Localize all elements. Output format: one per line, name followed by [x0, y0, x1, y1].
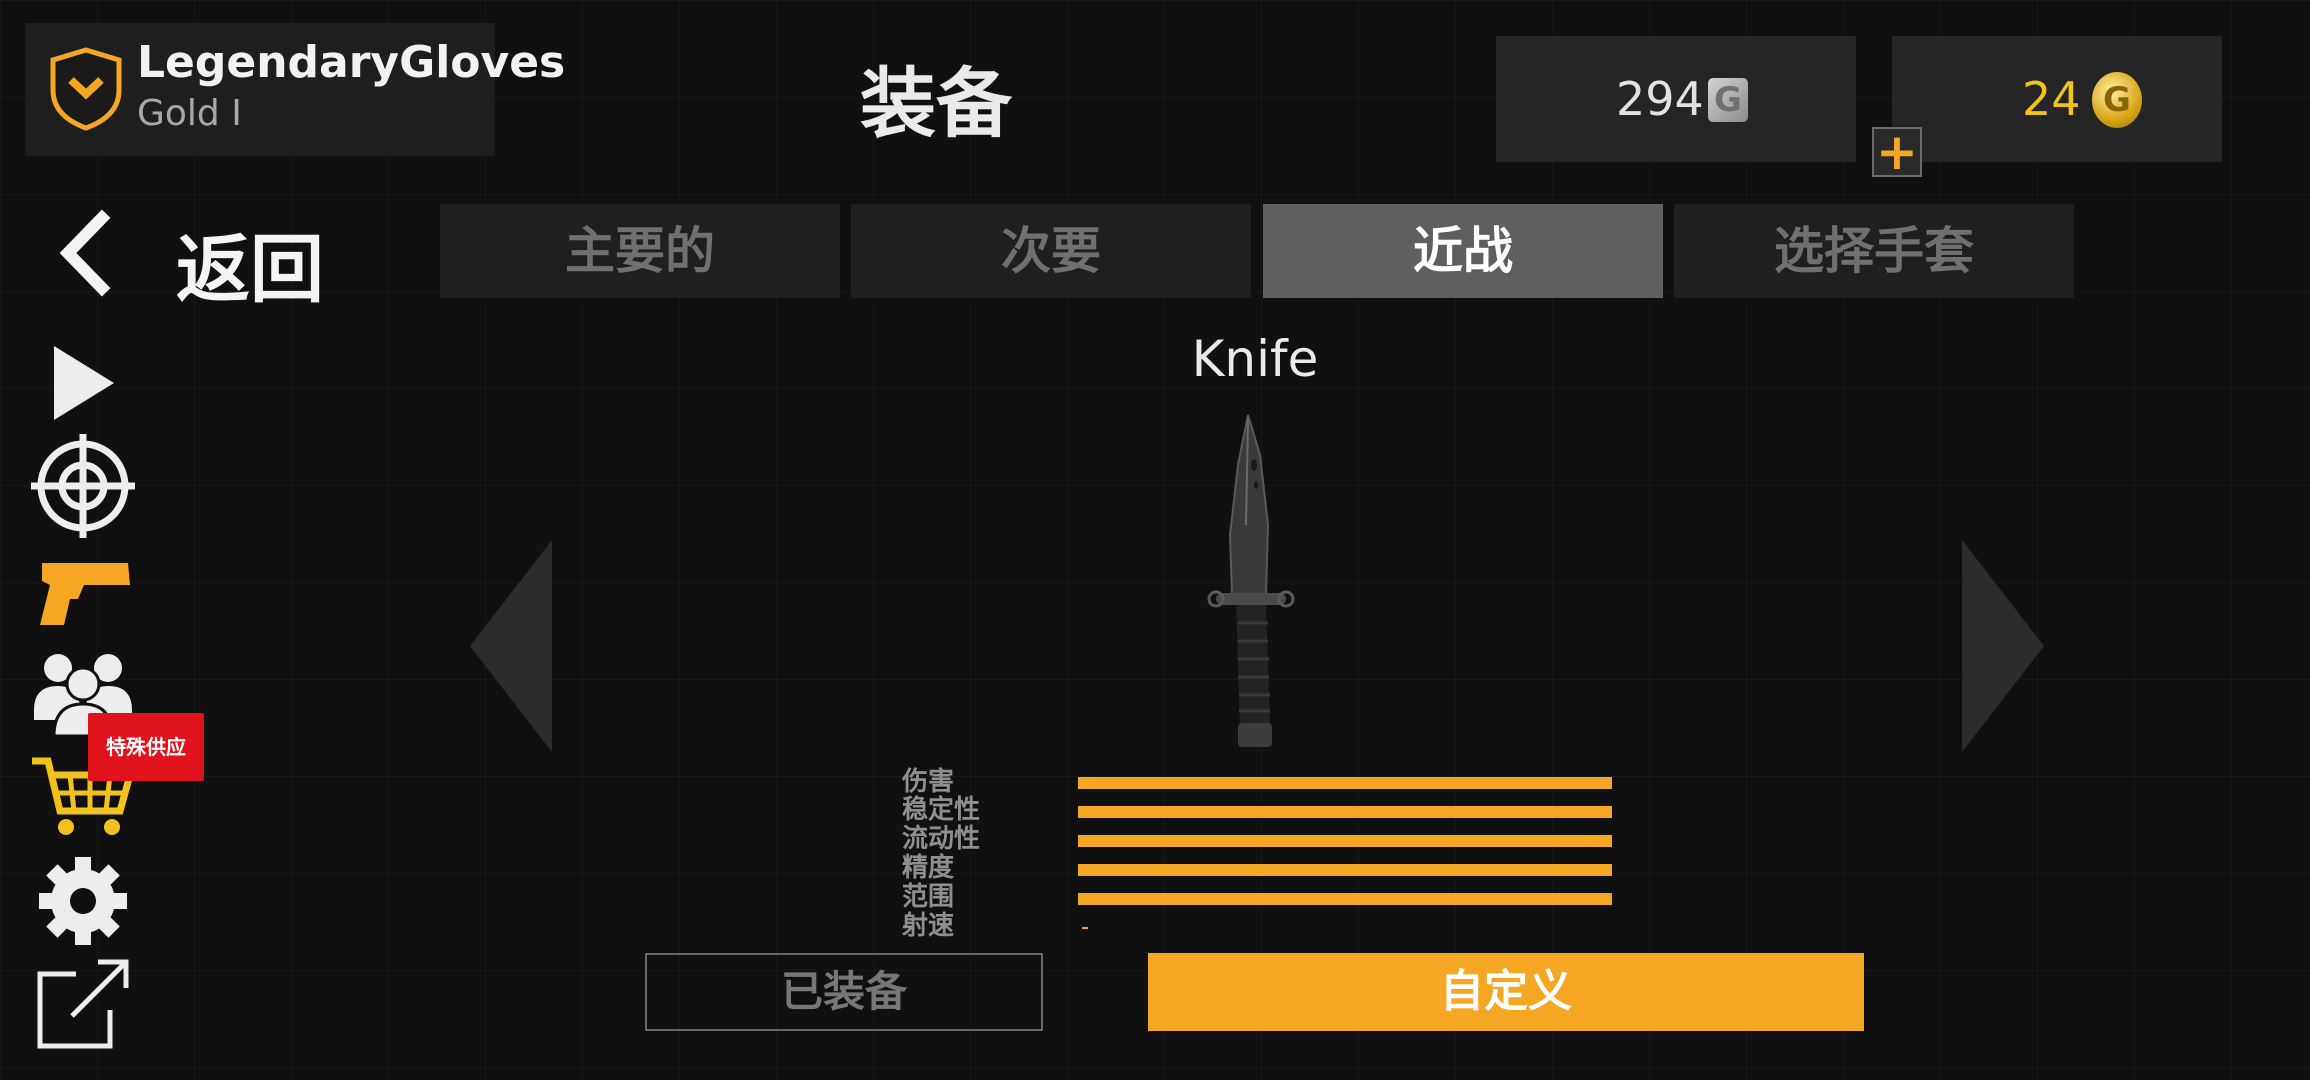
stat-bar-accuracy: [1078, 864, 1612, 876]
gear-icon[interactable]: [28, 855, 138, 947]
stat-bar-fire-rate: [1082, 927, 1088, 929]
play-icon[interactable]: [28, 342, 138, 424]
crosshair-icon[interactable]: [28, 432, 138, 540]
stat-bar-mobility: [1078, 835, 1612, 847]
stat-label-mobility: 流动性: [902, 824, 981, 854]
shield-chevron-icon: [50, 47, 122, 131]
stat-label-accuracy: 精度: [902, 853, 955, 883]
stat-label-damage: 伤害: [902, 767, 955, 797]
player-profile[interactable]: LegendaryGloves Gold I: [25, 23, 565, 156]
external-link-icon[interactable]: [28, 958, 138, 1052]
tab-gloves[interactable]: 选择手套: [1674, 204, 2074, 298]
add-currency-button[interactable]: +: [1872, 127, 1922, 177]
silver-coin-icon: G: [1708, 78, 1748, 122]
chevron-left-icon: [59, 209, 111, 297]
stat-label-stability: 稳定性: [902, 795, 981, 825]
tab-melee[interactable]: 近战: [1263, 204, 1663, 298]
stat-label-range: 范围: [902, 882, 955, 912]
silver-amount: 294: [1616, 72, 1704, 126]
weapon-name: Knife: [1191, 330, 1319, 388]
special-offer-badge[interactable]: 特殊供应: [88, 713, 204, 781]
stat-bar-damage: [1078, 777, 1612, 789]
silver-currency: 294 G: [1496, 36, 1856, 162]
customize-button[interactable]: 自定义: [1148, 953, 1864, 1031]
stat-bar-range: [1078, 893, 1612, 905]
arrow-left-icon[interactable]: [470, 540, 552, 752]
arrow-right-icon[interactable]: [1962, 540, 2044, 752]
back-button[interactable]: 返回: [50, 208, 350, 313]
page-title: 装备: [860, 59, 1012, 148]
player-name: LegendaryGloves: [137, 37, 566, 88]
equipped-button[interactable]: 已装备: [645, 953, 1043, 1031]
player-rank: Gold I: [137, 93, 242, 134]
gold-coin-icon: G: [2092, 72, 2142, 128]
stat-bar-stability: [1078, 806, 1612, 818]
gold-currency: 24 G: [1892, 36, 2222, 162]
back-label: 返回: [176, 227, 324, 313]
tab-secondary[interactable]: 次要: [851, 204, 1251, 298]
stat-label-fire-rate: 射速: [902, 911, 955, 941]
gold-amount: 24: [2022, 72, 2081, 126]
knife-image: [1207, 414, 1295, 747]
pistol-icon[interactable]: [28, 555, 138, 627]
tab-primary[interactable]: 主要的: [440, 204, 840, 298]
